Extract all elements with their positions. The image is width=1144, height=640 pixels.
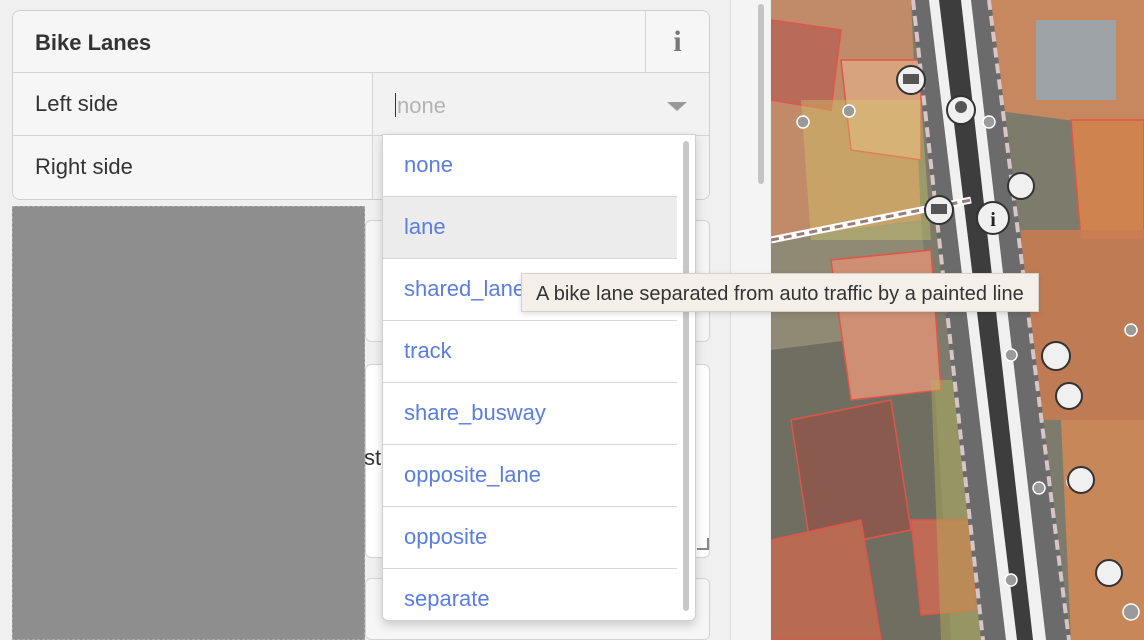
option-lane[interactable]: lane — [383, 197, 677, 259]
left-side-row: Left side none — [13, 73, 709, 136]
left-side-placeholder: none — [397, 93, 446, 118]
option-opposite-lane[interactable]: opposite_lane — [383, 445, 677, 507]
dropdown-scrollbar[interactable] — [683, 141, 689, 611]
sidebar-scrollbar[interactable] — [758, 4, 764, 184]
right-side-label: Right side — [13, 136, 373, 199]
map-view[interactable]: i — [771, 0, 1144, 640]
option-tooltip: A bike lane separated from auto traffic … — [521, 273, 1039, 312]
field-title: Bike Lanes — [35, 30, 152, 55]
option-none[interactable]: none — [383, 135, 677, 197]
left-side-combo[interactable]: none — [373, 73, 709, 135]
bike-lane-options-list: none lane shared_lane track share_busway… — [382, 134, 696, 621]
sidebar-scrollbar-track — [730, 0, 770, 640]
chevron-down-icon[interactable] — [667, 102, 687, 111]
option-track[interactable]: track — [383, 321, 677, 383]
option-separate[interactable]: separate — [383, 569, 677, 620]
info-icon: i — [673, 25, 682, 58]
satellite-map: i — [771, 0, 1144, 640]
info-button[interactable]: i — [645, 11, 709, 73]
option-opposite[interactable]: opposite — [383, 507, 677, 569]
left-side-label: Left side — [13, 73, 373, 135]
redacted-image — [12, 206, 365, 640]
svg-text:i: i — [990, 209, 996, 231]
resize-grip-icon[interactable] — [697, 538, 709, 550]
option-share-busway[interactable]: share_busway — [383, 383, 677, 445]
partial-label: st — [364, 445, 382, 470]
field-header: Bike Lanes i — [13, 11, 709, 73]
text-cursor — [395, 93, 396, 117]
